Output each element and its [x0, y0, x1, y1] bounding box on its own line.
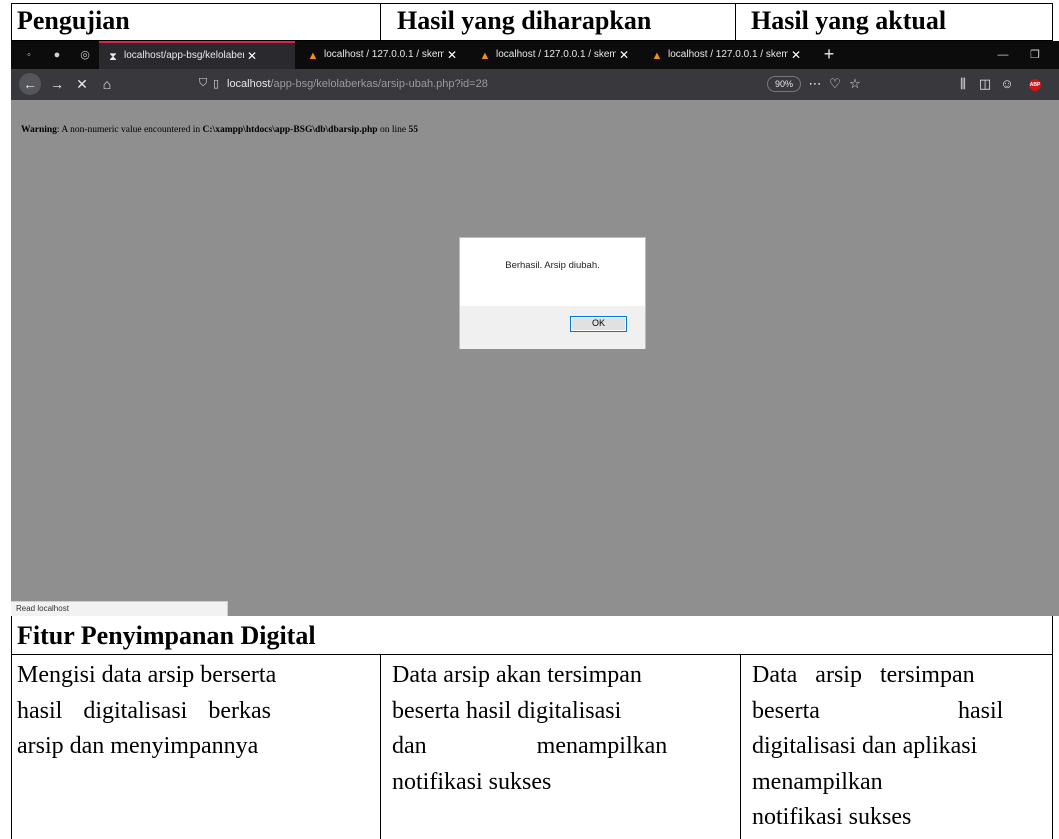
- dialog-footer: OK: [460, 306, 645, 349]
- cell-line: menampilkan: [752, 768, 883, 795]
- firefox-menu-icon[interactable]: ◦: [15, 41, 43, 69]
- cell-line: digitalisasi dan aplikasi: [752, 733, 978, 759]
- alert-dialog: Berhasil. Arsip diubah. OK: [459, 237, 646, 349]
- table-col-divider: [735, 3, 736, 40]
- cell-line: Data arsip akan tersimpan: [392, 662, 642, 688]
- pocket-icon[interactable]: ♡: [827, 73, 843, 95]
- close-icon[interactable]: ✕: [247, 43, 257, 69]
- cell-line: Mengisi data arsip berserta: [17, 662, 277, 688]
- table-border-section: [11, 654, 1053, 655]
- tab-phpmyadmin[interactable]: ▲ localhost / 127.0.0.1 / skema_d✕: [473, 41, 641, 69]
- minimize-icon[interactable]: —: [989, 41, 1017, 69]
- url-host: localhost: [227, 78, 271, 90]
- pinned-tab-icon[interactable]: ●: [43, 41, 71, 69]
- tab-phpmyadmin[interactable]: ▲ localhost / 127.0.0.1 / skema_d✕: [301, 41, 469, 69]
- section-title: Fitur Penyimpanan Digital: [17, 621, 316, 650]
- table-col-divider: [380, 654, 381, 839]
- tab-phpmyadmin[interactable]: ▲ localhost / 127.0.0.1 / skema_d✕: [645, 41, 813, 69]
- warning-text: : A non-numeric value encountered in: [56, 125, 203, 135]
- table-col-divider: [740, 654, 741, 839]
- nav-bar: ← → ✕ ⌂ ⛉ ▯ localhost/app-bsg/kelolaberk…: [11, 69, 1059, 100]
- dialog-message: Berhasil. Arsip diubah.: [505, 260, 600, 271]
- adblock-plus-icon[interactable]: ABP: [1029, 79, 1041, 91]
- zoom-badge[interactable]: 90%: [767, 76, 801, 92]
- header-hasil-diharapkan: Hasil yang diharapkan: [397, 6, 652, 35]
- warning-text: on line: [377, 125, 409, 135]
- warning-line: 55: [408, 125, 418, 135]
- tab-kelolaberkas[interactable]: ⧗ localhost/app-bsg/kelolaberka✕: [99, 41, 295, 69]
- tab-label: localhost / 127.0.0.1 / skema_d: [496, 49, 616, 60]
- stop-button[interactable]: ✕: [71, 73, 93, 95]
- php-warning: Warning: A non-numeric value encountered…: [21, 125, 418, 135]
- more-icon[interactable]: ⋯: [808, 73, 822, 95]
- tab-label: localhost / 127.0.0.1 / skema_d: [324, 49, 444, 60]
- status-bar: Read localhost: [11, 601, 228, 616]
- cell-line: arsip dan menyimpannya: [17, 733, 259, 759]
- hourglass-icon: ⧗: [109, 51, 117, 63]
- shield-icon: ⛉: [199, 77, 208, 89]
- cell-line: Data arsip tersimpan: [752, 662, 975, 688]
- cell-hasil-diharapkan: Data arsip akan tersimpan beserta hasil …: [386, 658, 740, 800]
- phpmyadmin-icon: ▲: [479, 50, 491, 62]
- close-icon[interactable]: ✕: [619, 41, 629, 69]
- pinned-tab-icon[interactable]: ◎: [71, 41, 99, 69]
- browser-screenshot: ◦ ● ◎ ⧗ localhost/app-bsg/kelolaberka✕ ▲ l…: [11, 41, 1059, 616]
- phpmyadmin-icon: ▲: [651, 50, 663, 62]
- table-col-divider: [380, 3, 381, 40]
- cell-line: notifikasi sukses: [752, 804, 912, 830]
- header-hasil-aktual: Hasil yang aktual: [751, 6, 947, 35]
- url-path: /app-bsg/kelolaberkas/arsip-ubah.php?id=…: [270, 78, 488, 90]
- phpmyadmin-icon: ▲: [307, 50, 319, 62]
- tab-label: localhost/app-bsg/kelolaberka: [124, 50, 244, 61]
- new-tab-button[interactable]: +: [817, 41, 841, 69]
- close-icon[interactable]: ✕: [791, 41, 801, 69]
- home-button[interactable]: ⌂: [96, 73, 118, 95]
- cell-line: dan menampilkan: [392, 733, 668, 759]
- cell-line: notifikasi sukses: [392, 768, 552, 795]
- library-icon[interactable]: ⫼: [955, 73, 971, 95]
- header-pengujian: Pengujian: [17, 6, 130, 35]
- sidebar-icon[interactable]: ◫: [977, 73, 993, 95]
- account-icon[interactable]: ☺: [999, 73, 1015, 95]
- cell-line: hasil digitalisasi berkas: [17, 697, 271, 724]
- ok-button[interactable]: OK: [570, 316, 627, 332]
- cell-line: beserta hasil: [752, 697, 1004, 724]
- forward-button[interactable]: →: [46, 73, 68, 95]
- close-icon[interactable]: ✕: [447, 41, 457, 69]
- bookmark-star-icon[interactable]: ☆: [847, 73, 863, 95]
- restore-icon[interactable]: ❐: [1021, 41, 1049, 69]
- back-button[interactable]: ←: [19, 73, 41, 95]
- url-text[interactable]: localhost/app-bsg/kelolaberkas/arsip-uba…: [227, 72, 488, 96]
- warning-path: C:\xampp\htdocs\app-BSG\db\dbarsip.php: [202, 125, 378, 135]
- cell-hasil-aktual: Data arsip tersimpan beserta hasil digit…: [746, 658, 1052, 836]
- page-icon: ▯: [213, 78, 220, 90]
- tab-bar: ◦ ● ◎ ⧗ localhost/app-bsg/kelolaberka✕ ▲ l…: [11, 41, 1059, 69]
- tab-label: localhost / 127.0.0.1 / skema_d: [668, 49, 788, 60]
- cell-pengujian: Mengisi data arsip berserta hasil digita…: [11, 658, 380, 765]
- warning-label: Warning: [21, 125, 57, 135]
- cell-line: beserta hasil digitalisasi: [392, 697, 622, 724]
